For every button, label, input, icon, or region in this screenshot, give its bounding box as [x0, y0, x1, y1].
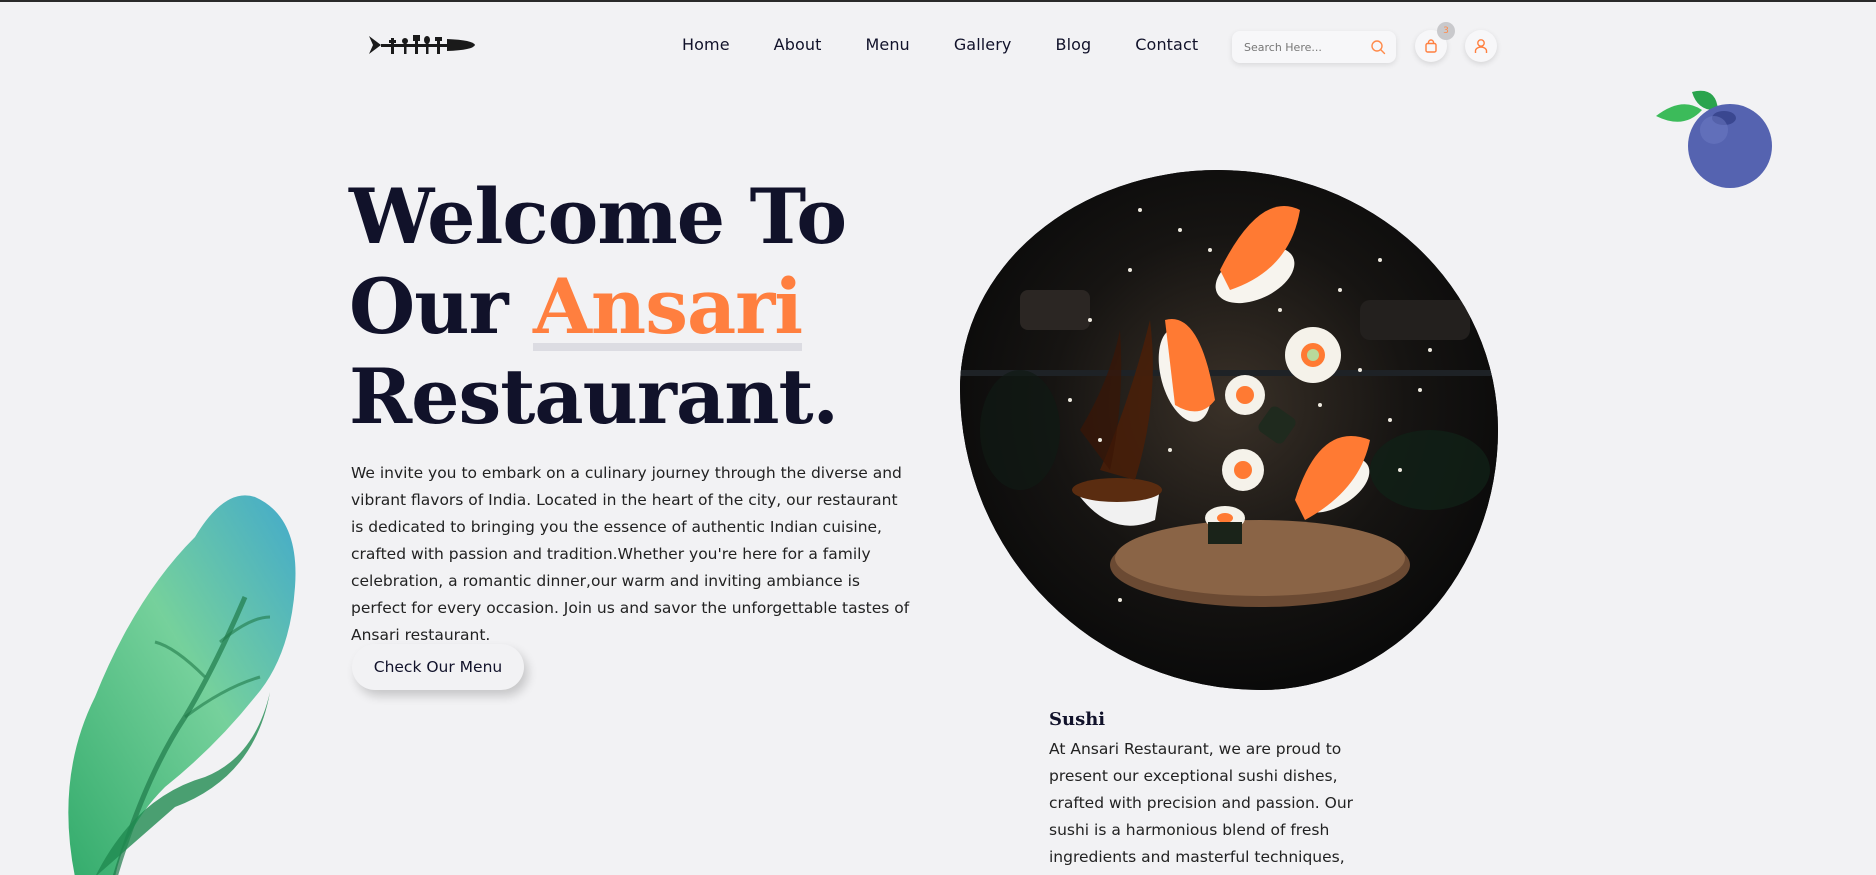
check-menu-button[interactable]: Check Our Menu: [352, 644, 524, 690]
nav-contact[interactable]: Contact: [1135, 35, 1198, 55]
shopping-bag-icon: [1425, 39, 1437, 53]
main-nav: Home About Menu Gallery Blog Contact: [682, 35, 1242, 55]
search-box: [1232, 31, 1396, 63]
hero-title-line2-prefix: Our: [349, 262, 533, 351]
cart-count-badge: 3: [1437, 22, 1455, 40]
search-icon[interactable]: [1370, 39, 1386, 55]
nav-home[interactable]: Home: [682, 35, 730, 55]
blueberry-decoration-icon: [1656, 90, 1772, 188]
leaf-decoration-icon: [68, 495, 296, 875]
hero-title: Welcome To Our Ansari Restaurant.: [349, 172, 869, 442]
hero-title-line3: Restaurant.: [349, 352, 839, 441]
user-icon: [1474, 39, 1488, 53]
feature-description: At Ansari Restaurant, we are proud to pr…: [1049, 740, 1354, 866]
nav-gallery[interactable]: Gallery: [954, 35, 1012, 55]
utensils-logo-icon[interactable]: [369, 32, 475, 58]
sushi-illustration: [960, 170, 1498, 690]
hero-description: We invite you to embark on a culinary jo…: [351, 464, 910, 644]
hero-title-accent: Ansari: [532, 262, 803, 351]
hero-title-line1: Welcome To: [349, 172, 847, 261]
nav-menu[interactable]: Menu: [865, 35, 909, 55]
sushi-hero-image: [960, 170, 1498, 690]
feature-title: Sushi: [1049, 709, 1106, 730]
nav-blog[interactable]: Blog: [1056, 35, 1092, 55]
user-button[interactable]: [1465, 30, 1497, 62]
nav-about[interactable]: About: [774, 35, 822, 55]
search-input[interactable]: [1244, 40, 1364, 54]
